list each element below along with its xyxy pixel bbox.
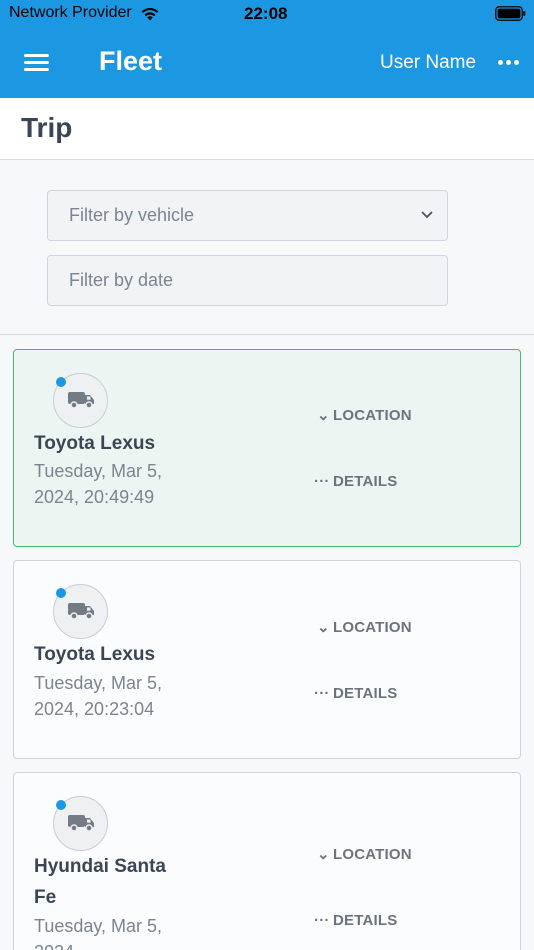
status-dot xyxy=(56,588,66,598)
user-name-button[interactable]: User Name xyxy=(380,52,476,74)
trip-date: Tuesday, Mar 5, 2024, xyxy=(34,916,163,950)
app-topbar: Network Provider 22:08 Fleet User Name xyxy=(0,0,534,98)
status-dot xyxy=(56,800,66,810)
trip-date: Tuesday, Mar 5, 2024, 20:49:49 xyxy=(34,461,163,507)
chevron-down-icon: ⌄ xyxy=(317,846,330,863)
page-title: Trip xyxy=(21,112,73,143)
app-title: Fleet xyxy=(99,46,163,76)
status-dot xyxy=(56,377,66,387)
location-label: LOCATION xyxy=(333,407,412,424)
page-title-bar: Trip xyxy=(0,98,534,160)
details-button[interactable]: ··· DETAILS xyxy=(314,912,397,929)
location-button[interactable]: ⌄ LOCATION xyxy=(317,845,412,863)
more-horizontal-icon: ··· xyxy=(314,685,330,702)
details-label: DETAILS xyxy=(333,912,398,929)
trip-date: Tuesday, Mar 5, 2024, 20:23:04 xyxy=(34,673,163,719)
wifi-icon xyxy=(141,7,159,21)
chevron-down-icon: ⌄ xyxy=(317,407,330,424)
location-button[interactable]: ⌄ LOCATION xyxy=(317,618,412,636)
filters-section: Filter by vehicle Filter by date xyxy=(0,161,534,335)
location-button[interactable]: ⌄ LOCATION xyxy=(317,406,412,424)
location-label: LOCATION xyxy=(333,846,412,863)
status-bar: Network Provider 22:08 xyxy=(0,0,534,28)
trip-card[interactable]: Toyota Lexus Tuesday, Mar 5, 2024, 20:49… xyxy=(13,349,521,547)
filter-date-placeholder: Filter by date xyxy=(69,270,174,290)
details-label: DETAILS xyxy=(333,473,398,490)
chevron-down-icon: ⌄ xyxy=(317,619,330,636)
filter-vehicle-placeholder: Filter by vehicle xyxy=(69,205,195,225)
battery-icon xyxy=(495,6,526,21)
details-button[interactable]: ··· DETAILS xyxy=(314,473,397,490)
chevron-down-icon xyxy=(421,211,433,218)
hamburger-menu-icon[interactable] xyxy=(24,51,52,75)
more-horizontal-icon[interactable] xyxy=(497,58,521,68)
trip-card[interactable]: Hyundai Santa Fe Tuesday, Mar 5, 2024, ⌄… xyxy=(13,772,521,950)
details-label: DETAILS xyxy=(333,685,398,702)
truck-icon xyxy=(68,815,94,832)
clock-time: 22:08 xyxy=(244,4,288,23)
trip-vehicle-name: Toyota Lexus xyxy=(34,433,156,454)
filter-vehicle-select[interactable]: Filter by vehicle xyxy=(47,190,448,241)
trip-vehicle-name: Toyota Lexus xyxy=(34,644,156,665)
filter-date-input[interactable]: Filter by date xyxy=(47,255,448,306)
trip-vehicle-name: Hyundai Santa Fe xyxy=(34,856,166,908)
details-button[interactable]: ··· DETAILS xyxy=(314,685,397,702)
location-label: LOCATION xyxy=(333,619,412,636)
app-header: Fleet User Name xyxy=(0,28,534,98)
truck-icon xyxy=(68,392,94,409)
more-horizontal-icon: ··· xyxy=(314,912,330,929)
trip-card[interactable]: Toyota Lexus Tuesday, Mar 5, 2024, 20:23… xyxy=(13,560,521,759)
truck-icon xyxy=(68,603,94,620)
carrier-label: Network Provider xyxy=(9,4,132,21)
more-horizontal-icon: ··· xyxy=(314,473,330,490)
